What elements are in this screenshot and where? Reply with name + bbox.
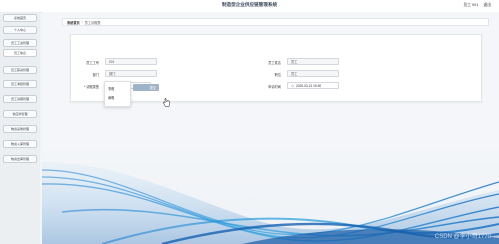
leave-type-label: * 请假类型	[84, 85, 99, 89]
dropdown-option[interactable]: 事假	[108, 86, 114, 91]
position-label: 职位	[274, 73, 281, 77]
clock-icon: ◷	[291, 83, 294, 88]
sidebar-item-salary[interactable]: 员工工资管理	[3, 39, 37, 47]
leave-type-dropdown: 事假 病假	[104, 81, 131, 107]
dropdown-option[interactable]: 病假	[108, 95, 114, 100]
main-content: 系统首页 / 员工请假表 员工工号 001 员工姓名 员工 部门 部门 职位 员…	[42, 12, 499, 244]
watermark: CSDN @李小哥1770	[434, 234, 491, 240]
apply-time-value: 2025-03-21 15:30	[295, 83, 322, 88]
sidebar-item-purchase[interactable]: 物资采购管理	[3, 125, 37, 133]
sidebar-item-employee-info[interactable]: 员工信息	[3, 49, 37, 57]
breadcrumb-current: 员工请假表	[84, 20, 101, 25]
user-info: 员工 001 退出	[463, 3, 491, 8]
app-title: 制造型企业供应链管理系统	[221, 2, 278, 7]
department-label: 部门	[92, 73, 99, 77]
breadcrumb-home[interactable]: 系统首页	[67, 20, 80, 25]
breadcrumb-separator: /	[81, 20, 83, 24]
sidebar-item-home[interactable]: 系统首页	[3, 14, 37, 22]
hand-cursor-icon	[163, 98, 170, 107]
employee-name-label: 员工姓名	[268, 61, 281, 65]
sidebar-item-stock-in[interactable]: 物资入库管理	[3, 140, 37, 148]
position-field[interactable]: 员工	[287, 70, 339, 77]
sidebar-item-payroll[interactable]: 员工薪资管理	[3, 66, 37, 74]
apply-time-picker[interactable]: ◷ 2025-03-21 15:30	[287, 82, 339, 89]
user-name: 员工 001	[463, 3, 479, 7]
logout-link[interactable]: 退出	[483, 3, 491, 7]
employee-id-field[interactable]: 001	[105, 58, 157, 65]
sidebar-item-leave[interactable]: 员工请假管理	[3, 95, 37, 103]
department-field[interactable]: 部门	[105, 70, 157, 77]
leave-form: 员工工号 001 员工姓名 员工 部门 部门 职位 员工 * 请假类型 请选择请…	[70, 34, 482, 102]
sidebar-item-attendance[interactable]: 员工考勤管理	[3, 80, 37, 88]
sidebar: 系统首页 个人中心 员工工资管理 员工信息 员工薪资管理 员工考勤管理 员工请假…	[0, 12, 40, 244]
employee-name-field[interactable]: 员工	[287, 58, 339, 65]
apply-time-label: 申请时间	[268, 85, 281, 89]
breadcrumb: 系统首页 / 员工请假表	[62, 18, 489, 26]
sidebar-item-stock-out[interactable]: 物资出库管理	[3, 155, 37, 163]
submit-button[interactable]: 提交	[133, 84, 159, 91]
sidebar-item-profile[interactable]: 个人中心	[3, 26, 37, 34]
employee-id-label: 员工工号	[86, 61, 99, 65]
sidebar-item-supplier[interactable]: 供应商管理	[3, 110, 37, 118]
